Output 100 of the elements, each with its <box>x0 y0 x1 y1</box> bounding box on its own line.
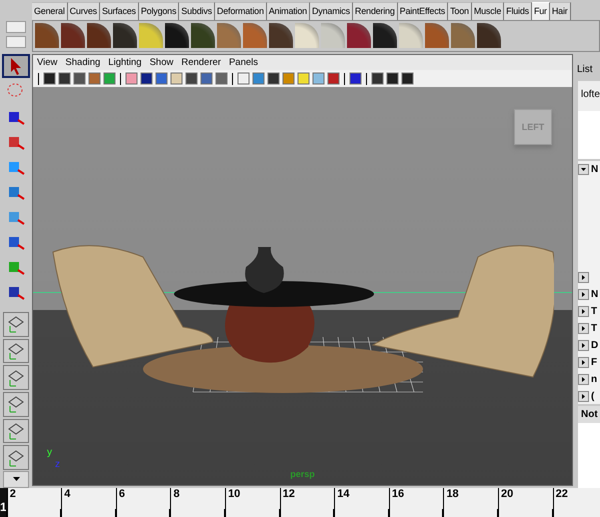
expand-toggle[interactable] <box>578 272 589 282</box>
menu-item[interactable]: Show <box>150 57 174 68</box>
fur-swatch-icon[interactable] <box>373 23 397 48</box>
caret-right-icon <box>581 342 586 348</box>
layout-icon <box>6 368 26 388</box>
notes-header: Not <box>578 406 600 423</box>
section-label: D <box>591 340 598 350</box>
axis-label: y <box>47 447 52 458</box>
layout-button[interactable] <box>3 338 29 364</box>
fur-swatch-icon[interactable] <box>61 23 85 48</box>
object-name-field[interactable]: lofte <box>578 81 600 111</box>
fur-swatch-icon[interactable] <box>87 23 111 48</box>
fur-swatch-icon[interactable] <box>191 23 215 48</box>
section-label: F <box>591 356 598 368</box>
toolbar-icon[interactable] <box>349 72 362 85</box>
menu-item[interactable]: Shading <box>65 57 100 68</box>
frame-number: 22 <box>552 488 600 517</box>
axis-label: z <box>55 459 60 470</box>
fur-swatch-icon[interactable] <box>217 23 241 48</box>
caret-right-icon <box>581 394 586 398</box>
caret-right-icon <box>581 360 586 364</box>
shelf-tab[interactable]: Subdivs <box>179 2 215 20</box>
layout-icon <box>6 394 26 414</box>
layout-button[interactable] <box>3 312 29 337</box>
fur-swatch-icon[interactable] <box>451 23 475 48</box>
section-label: T <box>591 322 598 334</box>
fur-swatch-icon[interactable] <box>347 23 371 48</box>
section-label: N <box>591 288 598 300</box>
toolbar-icon[interactable] <box>401 72 414 85</box>
toolbar-icon[interactable] <box>43 72 56 85</box>
shelf-tab[interactable]: Dynamics <box>310 2 353 20</box>
fur-swatch-icon[interactable] <box>321 23 345 48</box>
fur-swatch-icon[interactable] <box>165 23 189 48</box>
fur-swatch-icon[interactable] <box>399 23 423 48</box>
menu-item[interactable]: Lighting <box>108 57 142 68</box>
notes-field[interactable] <box>578 423 600 488</box>
expand-toggle[interactable] <box>578 340 589 350</box>
fur-swatch-icon[interactable] <box>35 23 59 48</box>
timeline-ruler[interactable]: 1 2 4 6 8 10 12 14 16 18 20 22 <box>0 488 600 517</box>
caret-right-icon <box>581 376 586 382</box>
shelf-tab[interactable]: Fur <box>532 2 550 20</box>
section-label: ( <box>591 390 594 402</box>
toolbar-icon[interactable] <box>267 72 280 85</box>
fur-swatch-icon[interactable] <box>139 23 163 48</box>
shelf-tab[interactable]: PaintEffects <box>398 2 448 20</box>
section-label: n <box>591 374 598 384</box>
fur-swatch-icon[interactable] <box>113 23 137 48</box>
layout-icon <box>6 340 26 361</box>
list-area <box>578 111 600 159</box>
section-label: T <box>591 306 598 316</box>
shelf-tab[interactable]: Animation <box>266 2 310 20</box>
shelf-tab[interactable]: Fluids <box>504 2 532 20</box>
expand-toggle[interactable] <box>578 306 589 316</box>
shelf-tab[interactable]: Rendering <box>352 2 398 20</box>
expand-toggle[interactable] <box>578 288 589 300</box>
shelf-tab[interactable]: Muscle <box>472 2 504 20</box>
shelf-tab[interactable]: Toon <box>448 2 472 20</box>
shelf-tab[interactable]: General <box>32 2 68 20</box>
caret-right-icon <box>581 326 586 330</box>
layout-icon <box>6 314 26 334</box>
toolbar-icon[interactable] <box>371 72 384 85</box>
toolbar-icon[interactable] <box>140 72 153 85</box>
fur-swatch-icon[interactable] <box>243 23 267 48</box>
shelf-tab[interactable]: Polygons <box>138 2 180 20</box>
layout-button[interactable] <box>3 365 29 390</box>
menu-item[interactable]: View <box>37 57 58 68</box>
current-frame: 1 <box>0 488 7 517</box>
layout-button[interactable] <box>3 418 29 444</box>
caret-down-icon <box>581 166 586 172</box>
layout-icon <box>6 420 26 441</box>
menu-item[interactable]: Panels <box>228 57 258 68</box>
toolbar-icon[interactable] <box>185 72 198 85</box>
layout-button[interactable] <box>3 445 29 470</box>
caret-right-icon <box>581 308 586 314</box>
expand-toggle[interactable] <box>578 322 589 334</box>
section-label: N <box>591 164 598 174</box>
shelf-tab[interactable]: Hair <box>550 2 571 20</box>
shelf-tab[interactable]: Surfaces <box>100 2 139 20</box>
caret-right-icon <box>581 274 586 280</box>
fur-swatch-icon[interactable] <box>269 23 293 48</box>
expand-toggle[interactable] <box>578 356 589 368</box>
expand-toggle[interactable] <box>578 390 589 402</box>
dropdown-button[interactable] <box>3 470 29 488</box>
toolbar-icon[interactable] <box>58 72 71 85</box>
expand-toggle[interactable] <box>578 164 589 174</box>
toolbar-icon[interactable] <box>73 72 86 85</box>
caret-icon <box>12 477 20 482</box>
expand-toggle[interactable] <box>578 374 589 384</box>
fur-swatch-icon[interactable] <box>477 23 501 48</box>
fur-swatch-icon[interactable] <box>425 23 449 48</box>
shelf-tab[interactable]: Deformation <box>214 2 267 20</box>
toolbar-icon[interactable] <box>386 72 399 85</box>
shelf-tab[interactable]: Curves <box>68 2 100 20</box>
menu-item[interactable]: Renderer <box>181 57 221 68</box>
caret-right-icon <box>581 292 586 296</box>
fur-swatch-icon[interactable] <box>295 23 319 48</box>
tool-button[interactable] <box>2 54 30 78</box>
camera-label: persp <box>290 469 315 479</box>
menu-item[interactable]: List <box>577 64 593 75</box>
layout-button[interactable] <box>3 392 29 417</box>
